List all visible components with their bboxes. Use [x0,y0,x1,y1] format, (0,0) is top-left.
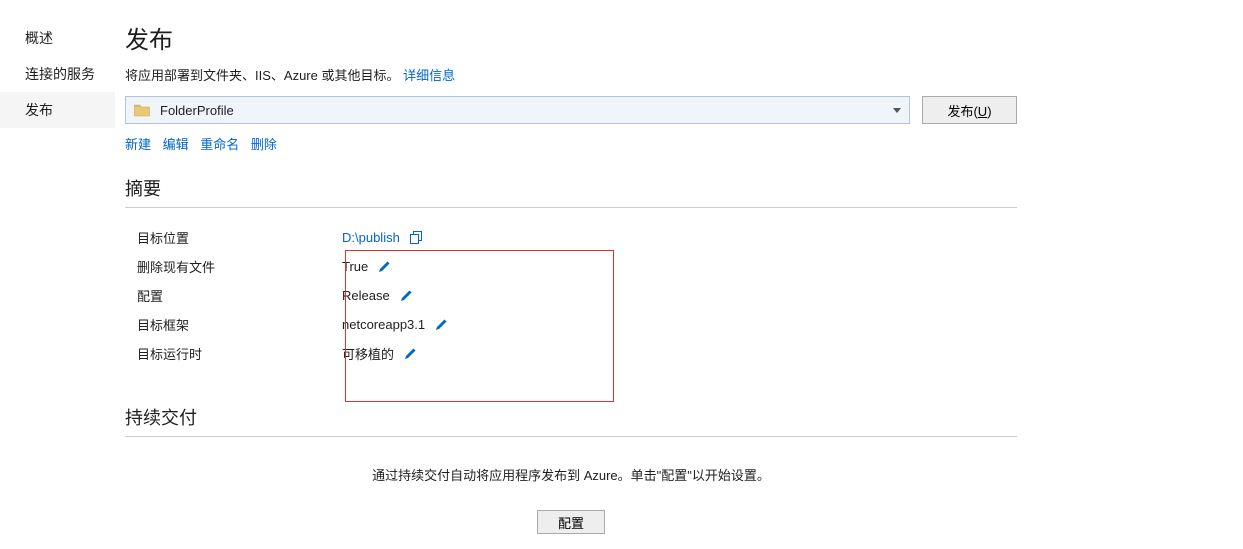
configure-button[interactable]: 配置 [537,510,605,534]
publish-button[interactable]: 发布(U) [922,96,1017,124]
detail-link[interactable]: 详细信息 [403,68,455,83]
profile-actions: 新建 编辑 重命名 删除 [125,134,1233,153]
target-location-link[interactable]: D:\publish [342,230,400,245]
delete-existing-value: True [342,259,368,274]
target-runtime-value: 可移植的 [342,344,394,363]
pencil-icon[interactable] [435,318,448,331]
cd-title: 持续交付 [125,404,1017,437]
page-title: 发布 [125,20,1233,55]
pencil-icon[interactable] [378,260,391,273]
summary-table: 目标位置 D:\publish 删除现有文件 True [137,228,1233,362]
summary-label: 目标位置 [137,228,342,247]
summary-row-configuration: 配置 Release [137,286,1233,304]
summary-label: 删除现有文件 [137,257,342,276]
summary-title: 摘要 [125,175,1017,208]
folder-icon [134,102,150,118]
summary-label: 目标框架 [137,315,342,334]
profile-name: FolderProfile [160,103,893,118]
summary-label: 配置 [137,286,342,305]
profile-delete-link[interactable]: 删除 [251,137,277,152]
summary-row-target-framework: 目标框架 netcoreapp3.1 [137,315,1233,333]
profile-edit-link[interactable]: 编辑 [163,137,189,152]
page-subtitle: 将应用部署到文件夹、IIS、Azure 或其他目标。 详细信息 [125,65,1233,84]
pencil-icon[interactable] [400,289,413,302]
summary-row-target-runtime: 目标运行时 可移植的 [137,344,1233,362]
sidebar-item-connected-services[interactable]: 连接的服务 [0,56,115,92]
summary-row-target-location: 目标位置 D:\publish [137,228,1233,246]
configuration-value: Release [342,288,390,303]
profile-select[interactable]: FolderProfile [125,96,910,124]
target-framework-value: netcoreapp3.1 [342,317,425,332]
subtitle-text: 将应用部署到文件夹、IIS、Azure 或其他目标。 [125,68,399,83]
summary-label: 目标运行时 [137,344,342,363]
cd-description: 通过持续交付自动将应用程序发布到 Azure。单击"配置"以开始设置。 [125,465,1017,484]
pencil-icon[interactable] [404,347,417,360]
profile-new-link[interactable]: 新建 [125,137,151,152]
main-content: 发布 将应用部署到文件夹、IIS、Azure 或其他目标。 详细信息 Folde… [115,0,1243,549]
chevron-down-icon [893,105,901,116]
copy-icon[interactable] [410,231,423,244]
profile-rename-link[interactable]: 重命名 [200,137,239,152]
summary-row-delete-existing: 删除现有文件 True [137,257,1233,275]
sidebar-item-publish[interactable]: 发布 [0,92,115,128]
sidebar: 概述 连接的服务 发布 [0,0,115,549]
sidebar-item-overview[interactable]: 概述 [0,20,115,56]
